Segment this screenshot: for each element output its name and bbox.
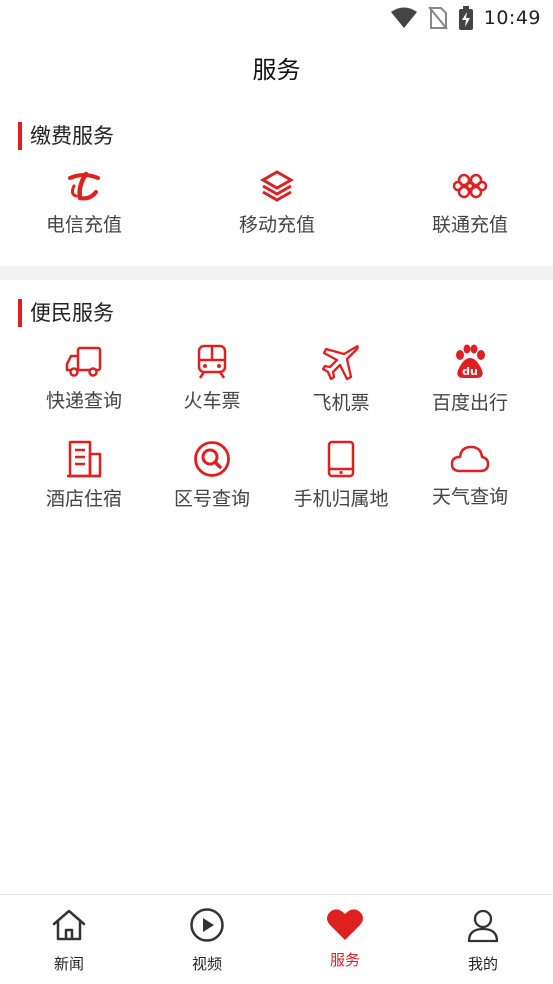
truck-icon	[65, 346, 102, 377]
service-label: 区号查询	[173, 488, 250, 510]
service-hotel[interactable]: 酒店住宿	[19, 440, 149, 512]
svg-text:du: du	[462, 365, 478, 378]
tab-label: 服务	[329, 951, 360, 969]
service-telecom-recharge[interactable]: 电信充值	[19, 168, 149, 238]
china-telecom-icon	[68, 171, 100, 201]
baidu-paw-icon: du	[456, 344, 485, 378]
tab-services[interactable]: 服务	[276, 895, 414, 984]
tab-video[interactable]: 视频	[138, 895, 276, 984]
section-divider	[0, 266, 553, 280]
tab-label: 新闻	[53, 955, 84, 973]
section-title-payment: 缴费服务	[18, 122, 114, 150]
service-label: 手机归属地	[293, 488, 389, 510]
service-mobile-recharge[interactable]: 移动充值	[212, 168, 342, 238]
status-time: 10:49	[483, 7, 541, 29]
china-mobile-icon	[259, 170, 295, 202]
cloud-icon	[450, 445, 490, 473]
page-title: 服务	[252, 56, 301, 84]
tab-label: 视频	[191, 955, 222, 973]
no-sim-icon	[427, 6, 448, 30]
bottom-tab-bar: 新闻 视频 服务 我的	[0, 894, 553, 984]
china-unicom-icon	[452, 173, 488, 199]
heart-icon	[327, 909, 363, 940]
service-label: 快递查询	[45, 390, 122, 412]
service-label: 酒店住宿	[45, 488, 122, 510]
service-label: 飞机票	[312, 392, 370, 414]
service-label: 联通充值	[431, 214, 508, 236]
service-phone-location[interactable]: 手机归属地	[276, 440, 406, 512]
service-label: 电信充值	[45, 214, 122, 236]
service-label: 移动充值	[238, 214, 315, 236]
service-area-code[interactable]: 区号查询	[147, 440, 277, 512]
battery-charging-icon	[458, 6, 473, 30]
status-bar: 10:49	[0, 0, 553, 36]
service-unicom-recharge[interactable]: 联通充值	[405, 168, 535, 238]
section-title-convenience: 便民服务	[18, 299, 114, 327]
train-icon	[197, 344, 227, 379]
service-label: 百度出行	[431, 392, 508, 414]
tab-mine[interactable]: 我的	[414, 895, 552, 984]
service-express-query[interactable]: 快递查询	[19, 344, 149, 414]
service-train-ticket[interactable]: 火车票	[147, 344, 277, 414]
wifi-icon	[390, 7, 417, 28]
service-baidu-travel[interactable]: du 百度出行	[405, 344, 535, 416]
airplane-icon	[322, 345, 359, 381]
service-flight-ticket[interactable]: 飞机票	[276, 344, 406, 416]
search-circle-icon	[194, 441, 230, 477]
hotel-icon	[67, 440, 102, 478]
tab-label: 我的	[467, 955, 498, 973]
home-icon	[52, 909, 86, 941]
tab-news[interactable]: 新闻	[0, 895, 138, 984]
service-label: 天气查询	[431, 486, 508, 508]
play-circle-icon	[190, 908, 224, 942]
user-icon	[467, 909, 499, 943]
status-icons: 10:49	[390, 5, 541, 31]
phone-icon	[327, 440, 355, 478]
service-weather[interactable]: 天气查询	[405, 440, 535, 510]
service-label: 火车票	[183, 390, 241, 412]
